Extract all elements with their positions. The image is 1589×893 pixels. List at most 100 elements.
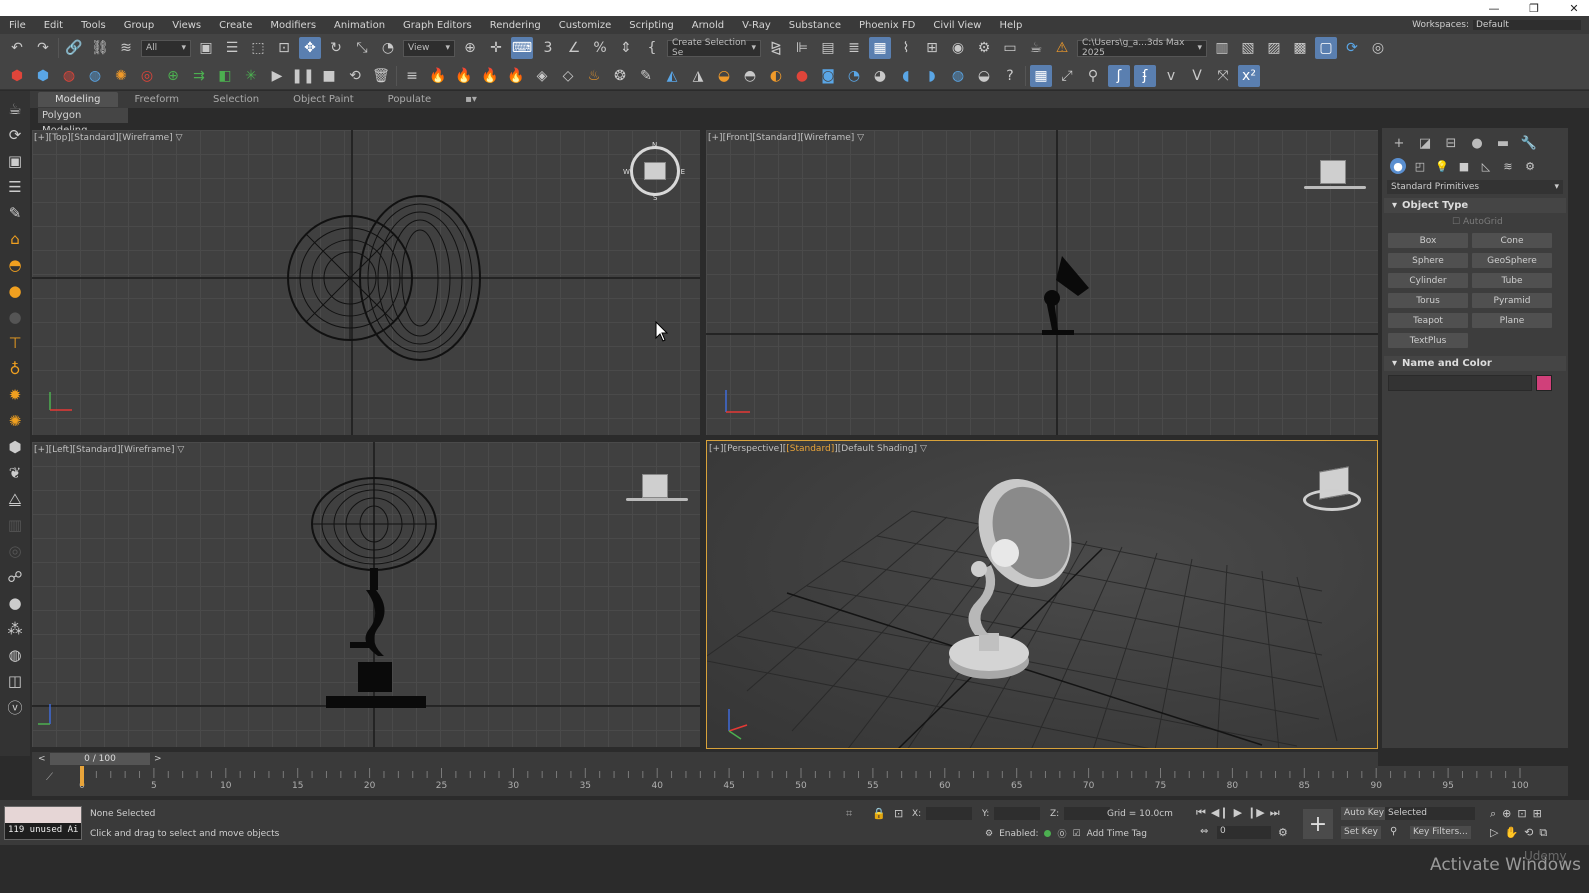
workspace-value[interactable]: Default — [1473, 20, 1581, 30]
object-type-header[interactable]: ▾ Object Type — [1384, 198, 1566, 213]
grid-snap-icon[interactable]: ▦ — [1030, 64, 1052, 87]
tab-populate[interactable]: Populate — [371, 94, 448, 105]
camera-icon[interactable]: ▣ — [3, 149, 27, 173]
viewport-layout-icon[interactable]: ▢ — [1315, 37, 1337, 59]
phoenix-globe-icon[interactable]: ◍ — [947, 65, 969, 87]
spot-light-icon[interactable]: ⊤ — [3, 331, 27, 355]
render-production-icon[interactable]: ☕ — [1025, 37, 1047, 59]
utilities-tab-icon[interactable]: 🔧 — [1520, 136, 1538, 156]
layer-stack-icon[interactable]: ◫ — [3, 669, 27, 693]
menu-arnold[interactable]: Arnold — [683, 20, 733, 31]
phoenix-record-icon[interactable]: ● — [791, 65, 813, 87]
phoenix-helper-icon[interactable]: ◮ — [687, 65, 709, 87]
ribbon-options-icon[interactable]: ▪▾ — [448, 94, 494, 105]
atoms-icon[interactable]: ⁂ — [3, 617, 27, 641]
menu-create[interactable]: Create — [210, 20, 261, 31]
key-set-dropdown[interactable]: Selected — [1385, 807, 1475, 820]
ribbon-panel-polygon-modeling[interactable]: Polygon Modeling — [38, 108, 128, 136]
z-input[interactable] — [1064, 807, 1111, 820]
hook-alt-icon[interactable]: ʄ — [1134, 64, 1156, 87]
menu-phoenix-fd[interactable]: Phoenix FD — [850, 20, 924, 31]
xr-icon[interactable]: x² — [1238, 64, 1260, 87]
y-input[interactable] — [994, 807, 1041, 820]
phoenix-ripple-icon[interactable]: ◖ — [895, 65, 917, 87]
workspace-selector[interactable]: Workspaces: Default — [1412, 16, 1581, 34]
pivot-center-icon[interactable]: ⊕ — [459, 37, 481, 59]
motion-tab-icon[interactable]: ● — [1468, 136, 1486, 156]
geosphere-button[interactable]: GeoSphere — [1472, 253, 1552, 268]
menu-views[interactable]: Views — [163, 20, 210, 31]
phoenix-ocean-icon[interactable]: ◔ — [843, 65, 865, 87]
percent-snap-icon[interactable]: % — [589, 37, 611, 59]
project-settings-icon[interactable]: ▩ — [1289, 37, 1311, 59]
fork-alt-icon[interactable]: Ⅴ — [1186, 65, 1208, 87]
stop-icon[interactable]: ■ — [318, 65, 340, 87]
zoom-all-icon[interactable]: ⊕ — [1502, 807, 1511, 821]
select-by-name-icon[interactable]: ☰ — [221, 37, 243, 59]
lamp-icon[interactable]: ⌂ — [3, 227, 27, 251]
geometry-type-dropdown[interactable]: Standard Primitives ▾ — [1387, 180, 1563, 194]
schematic-view-icon[interactable]: ⊞ — [921, 37, 943, 59]
key-mode-icon[interactable]: ⚲ — [1390, 826, 1397, 837]
autogrid-checkbox[interactable]: ☐ AutoGrid — [1384, 213, 1566, 231]
menu-modifiers[interactable]: Modifiers — [261, 20, 325, 31]
disabled-light-icon[interactable]: ● — [3, 305, 27, 329]
helpers-icon[interactable]: ◺ — [1478, 158, 1494, 174]
phoenix-volume-icon[interactable]: ◐ — [765, 65, 787, 87]
redo-icon[interactable]: ↷ — [32, 37, 54, 59]
pyramid-button[interactable]: Pyramid — [1472, 293, 1552, 308]
cylinder-button[interactable]: Cylinder — [1388, 273, 1468, 288]
align-icon[interactable]: ⊫ — [791, 37, 813, 59]
spinner-snap-icon[interactable]: ⇕ — [615, 37, 637, 59]
time-slider[interactable]: < 0 / 100 > — [32, 752, 1378, 766]
phoenix-smoke-icon[interactable]: 🔥 — [453, 65, 475, 87]
space-warps-icon[interactable]: ≋ — [1500, 158, 1516, 174]
layer-explorer-icon[interactable]: ≣ — [843, 37, 865, 59]
zoom-icon[interactable]: ⌕ — [1490, 807, 1496, 821]
help-icon[interactable]: ? — [999, 65, 1021, 87]
hierarchy-tab-icon[interactable]: ⊟ — [1442, 136, 1460, 156]
snaps-toggle-icon[interactable]: 3 — [537, 37, 559, 59]
rect-selection-icon[interactable]: ⬚ — [247, 37, 269, 59]
restore-button[interactable]: ❐ — [1527, 2, 1541, 15]
absolute-mode-icon[interactable]: ⊡ — [894, 807, 903, 820]
tab-freeform[interactable]: Freeform — [118, 94, 197, 105]
pause-icon[interactable]: ❚❚ — [291, 65, 314, 87]
bulb-icon[interactable]: ♁ — [3, 357, 27, 381]
proxy-icon[interactable]: ⬢ — [3, 435, 27, 459]
phoenix-liquid-icon[interactable]: ◈ — [531, 65, 553, 87]
snap-grid-icon[interactable]: ⊕ — [162, 65, 184, 87]
next-frame-icon[interactable]: ❙▶ — [1247, 806, 1265, 820]
open-project-icon[interactable]: ▧ — [1237, 37, 1259, 59]
project-path-dropdown[interactable]: C:\Users\g_a...3ds Max 2025 ▾ — [1077, 38, 1207, 58]
vray-sun-icon[interactable]: ✺ — [110, 65, 132, 87]
hook-icon[interactable]: ʃ — [1108, 64, 1130, 87]
render-setup-icon[interactable]: ⚙ — [973, 37, 995, 59]
tab-modeling[interactable]: Modeling — [38, 92, 118, 107]
menu-vray[interactable]: V-Ray — [733, 20, 780, 31]
menu-animation[interactable]: Animation — [325, 20, 394, 31]
phoenix-flame-icon[interactable]: ♨ — [583, 65, 605, 87]
material-editor-icon[interactable]: ◉ — [947, 37, 969, 59]
rendered-frame-icon[interactable]: ▭ — [999, 37, 1021, 59]
time-next-button[interactable]: > — [154, 752, 162, 766]
paint-icon[interactable]: ✎ — [3, 201, 27, 225]
menu-edit[interactable]: Edit — [35, 20, 72, 31]
teapot-icon[interactable]: ☕ — [3, 97, 27, 121]
maximize-viewport-icon[interactable]: ⧉ — [1539, 826, 1547, 840]
viewcube-top-face[interactable] — [644, 162, 666, 180]
fork-icon[interactable]: ⅴ — [1160, 65, 1182, 87]
viewport-front[interactable]: [+][Front][Standard][Wireframe] ▽ — [706, 130, 1378, 435]
warning-icon[interactable]: ⚠ — [1051, 37, 1073, 59]
menu-group[interactable]: Group — [115, 20, 163, 31]
phoenix-tool-icon[interactable]: ✎ — [635, 65, 657, 87]
viewport-top[interactable]: [+][Top][Standard][Wireframe] ▽ N S E W — [32, 130, 700, 435]
curve-editor-icon[interactable]: ⌇ — [895, 37, 917, 59]
list-icon[interactable]: ≡ — [401, 65, 423, 87]
systems-icon[interactable]: ⚙ — [1522, 158, 1538, 174]
material-sphere-icon[interactable]: ● — [3, 591, 27, 615]
placement-icon[interactable]: ◔ — [377, 37, 399, 59]
disabled-tool-icon[interactable]: ▥ — [3, 513, 27, 537]
phoenix-mesher-icon[interactable]: ◇ — [557, 65, 579, 87]
layers-icon[interactable]: ☰ — [3, 175, 27, 199]
